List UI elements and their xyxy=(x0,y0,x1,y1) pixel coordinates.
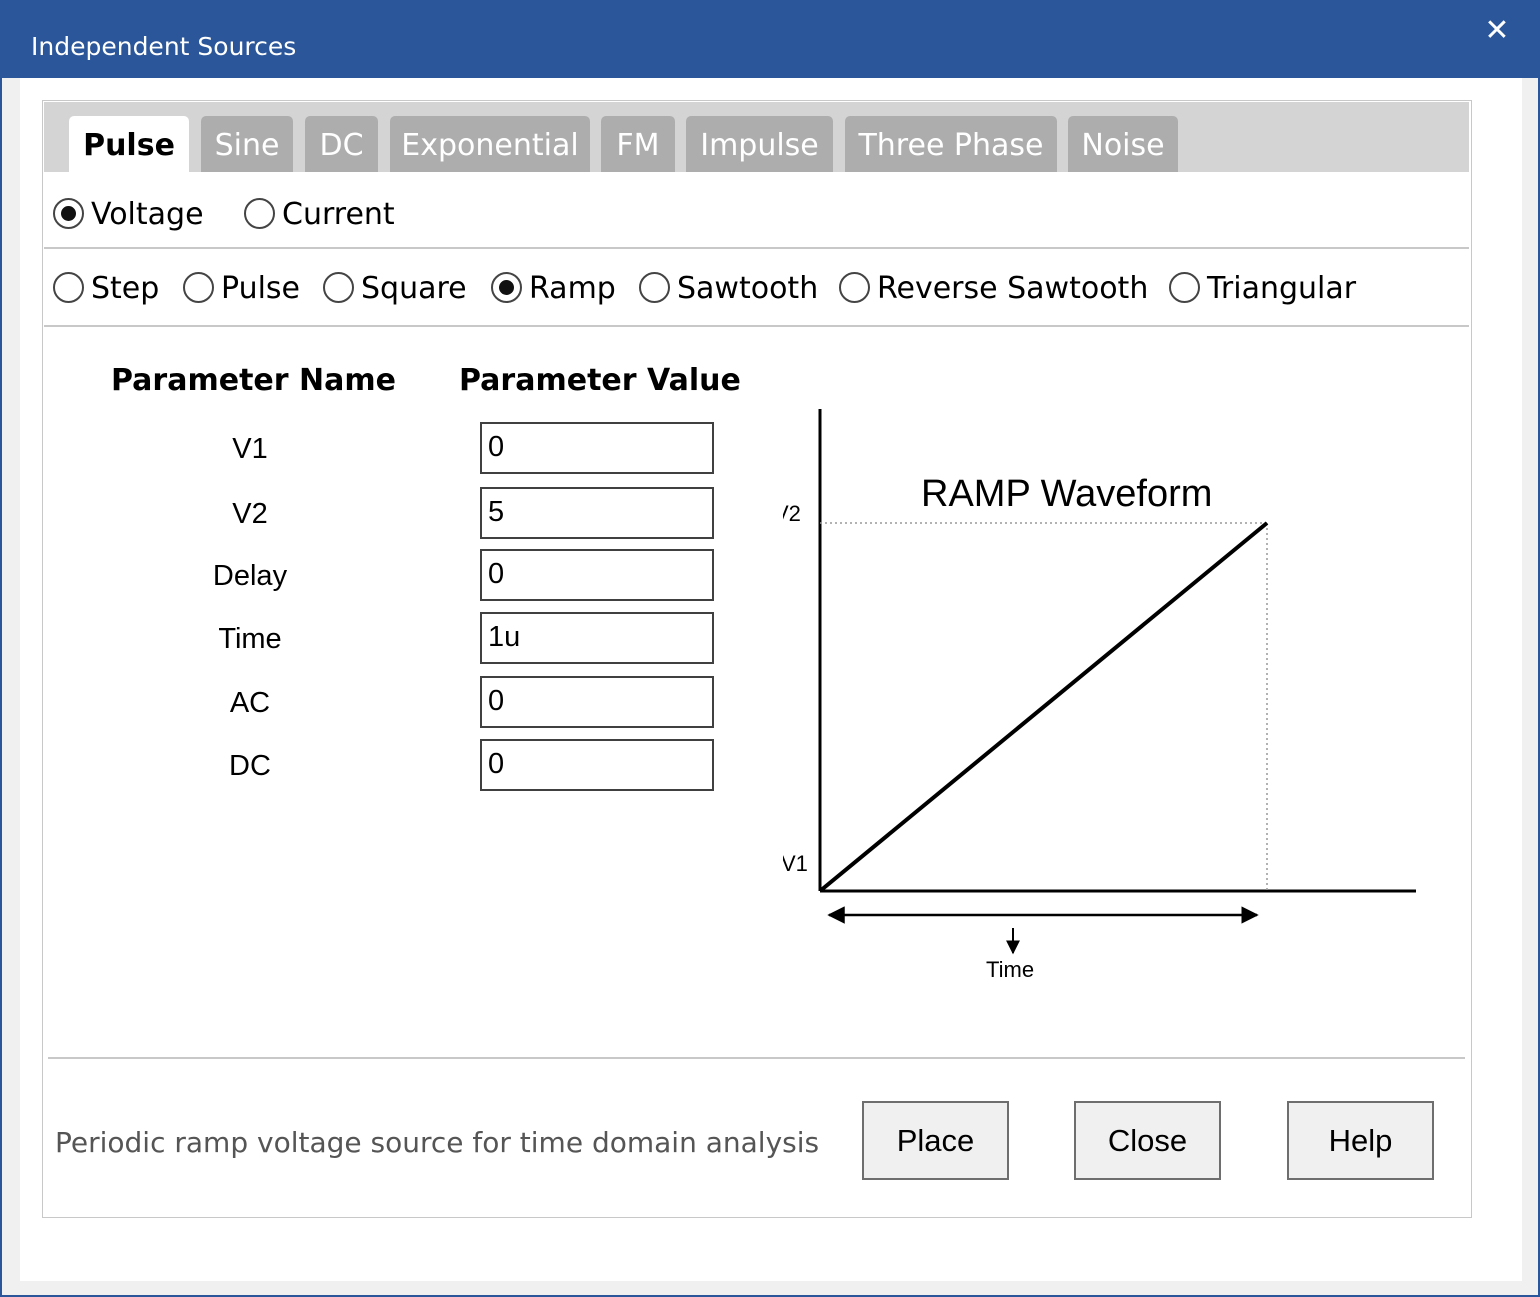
radio-unselected-icon xyxy=(639,272,670,303)
pulse-label: Pulse xyxy=(221,271,300,306)
param-value-v1[interactable]: 0 xyxy=(480,422,714,474)
param-value-ac[interactable]: 0 xyxy=(480,676,714,728)
tab-noise[interactable]: Noise xyxy=(1068,116,1178,172)
reverse-sawtooth-label: Reverse Sawtooth xyxy=(877,271,1149,306)
triangular-label: Triangular xyxy=(1207,271,1357,306)
waveform-type-group: Step Pulse Square Ramp Sawtooth Reverse … xyxy=(43,269,1463,309)
tab-panel: Pulse Sine DC Exponential FM Impulse Thr… xyxy=(42,100,1472,1218)
step-radio[interactable]: Step xyxy=(53,269,168,309)
param-name-delay: Delay xyxy=(212,560,288,592)
close-button[interactable]: Close xyxy=(1074,1101,1221,1180)
place-button[interactable]: Place xyxy=(862,1101,1009,1180)
v1-label: V1 xyxy=(783,851,808,876)
radio-unselected-icon xyxy=(53,272,84,303)
tab-impulse[interactable]: Impulse xyxy=(686,116,833,172)
ramp-waveform-diagram: RAMP Waveform V2 V1 Time xyxy=(783,409,1416,982)
tab-dc[interactable]: DC xyxy=(305,116,378,172)
step-label: Step xyxy=(91,271,160,306)
param-name-v1: V1 xyxy=(232,433,268,465)
tab-strip: Pulse Sine DC Exponential FM Impulse Thr… xyxy=(44,102,1469,172)
sawtooth-radio[interactable]: Sawtooth xyxy=(639,269,819,309)
radio-unselected-icon xyxy=(244,198,275,229)
dialog-client-area: Pulse Sine DC Exponential FM Impulse Thr… xyxy=(20,78,1522,1281)
reverse-sawtooth-radio[interactable]: Reverse Sawtooth xyxy=(839,269,1149,309)
close-icon[interactable]: ✕ xyxy=(1480,12,1514,50)
param-value-dc[interactable]: 0 xyxy=(480,739,714,791)
param-name-ac: AC xyxy=(229,687,271,719)
voltage-radio[interactable]: Voltage xyxy=(53,195,213,235)
radio-unselected-icon xyxy=(183,272,214,303)
tab-pulse[interactable]: Pulse xyxy=(69,116,189,172)
source-type-group: Voltage Current xyxy=(43,195,1463,235)
divider xyxy=(44,247,1469,249)
triangular-radio[interactable]: Triangular xyxy=(1169,269,1369,309)
tab-exponential[interactable]: Exponential xyxy=(390,116,590,172)
current-radio[interactable]: Current xyxy=(244,195,404,235)
param-value-time[interactable]: 1u xyxy=(480,612,714,664)
radio-selected-icon xyxy=(53,198,84,229)
window-title: Independent Sources xyxy=(31,32,297,61)
radio-unselected-icon xyxy=(1169,272,1200,303)
divider xyxy=(44,325,1469,327)
radio-selected-icon xyxy=(491,272,522,303)
radio-unselected-icon xyxy=(323,272,354,303)
radio-unselected-icon xyxy=(839,272,870,303)
param-name-dc: DC xyxy=(229,750,271,782)
param-value-delay[interactable]: 0 xyxy=(480,549,714,601)
title-bar[interactable]: Independent Sources ✕ xyxy=(2,2,1538,78)
current-label: Current xyxy=(282,197,395,232)
voltage-label: Voltage xyxy=(91,197,204,232)
divider xyxy=(48,1057,1465,1059)
square-label: Square xyxy=(361,271,467,306)
ramp-line xyxy=(818,521,1269,893)
pulse-radio[interactable]: Pulse xyxy=(183,269,308,309)
parameter-name-header: Parameter Name xyxy=(111,363,396,398)
diagram-title: RAMP Waveform xyxy=(921,473,1212,515)
ramp-label: Ramp xyxy=(529,271,616,306)
source-description: Periodic ramp voltage source for time do… xyxy=(55,1126,820,1159)
v2-label: V2 xyxy=(783,501,801,526)
tab-fm[interactable]: FM xyxy=(601,116,675,172)
time-label: Time xyxy=(986,957,1034,982)
param-name-time: Time xyxy=(218,623,282,655)
tab-sine[interactable]: Sine xyxy=(201,116,293,172)
tab-three-phase[interactable]: Three Phase xyxy=(845,116,1057,172)
sawtooth-label: Sawtooth xyxy=(677,271,819,306)
param-name-v2: V2 xyxy=(232,498,268,530)
param-value-v2[interactable]: 5 xyxy=(480,487,714,539)
help-button[interactable]: Help xyxy=(1287,1101,1434,1180)
ramp-radio[interactable]: Ramp xyxy=(491,269,621,309)
independent-sources-dialog: Independent Sources ✕ Pulse Sine DC Expo… xyxy=(0,0,1540,1297)
parameter-value-header: Parameter Value xyxy=(459,363,741,398)
square-radio[interactable]: Square xyxy=(323,269,473,309)
